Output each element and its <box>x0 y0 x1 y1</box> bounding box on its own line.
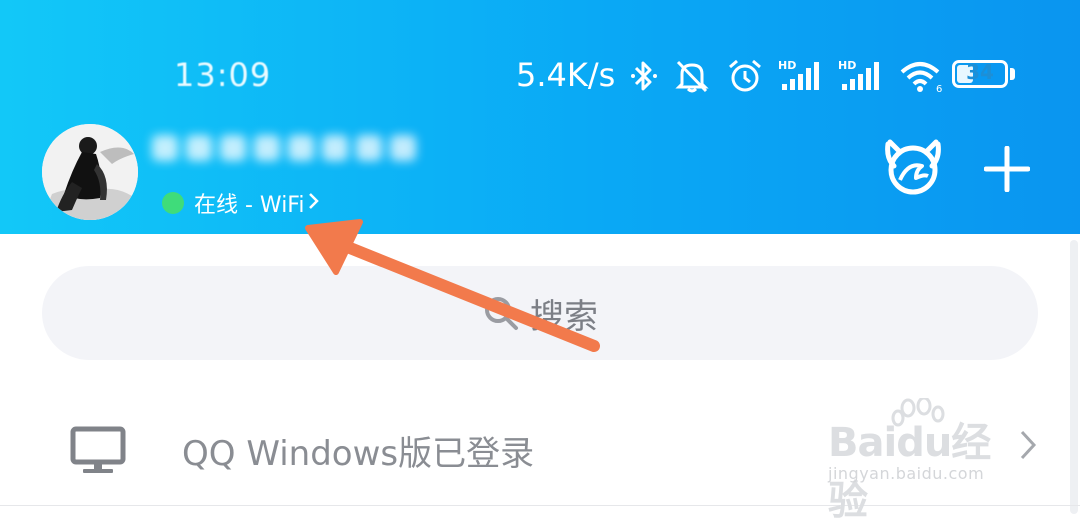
annotation-arrow <box>305 219 600 352</box>
